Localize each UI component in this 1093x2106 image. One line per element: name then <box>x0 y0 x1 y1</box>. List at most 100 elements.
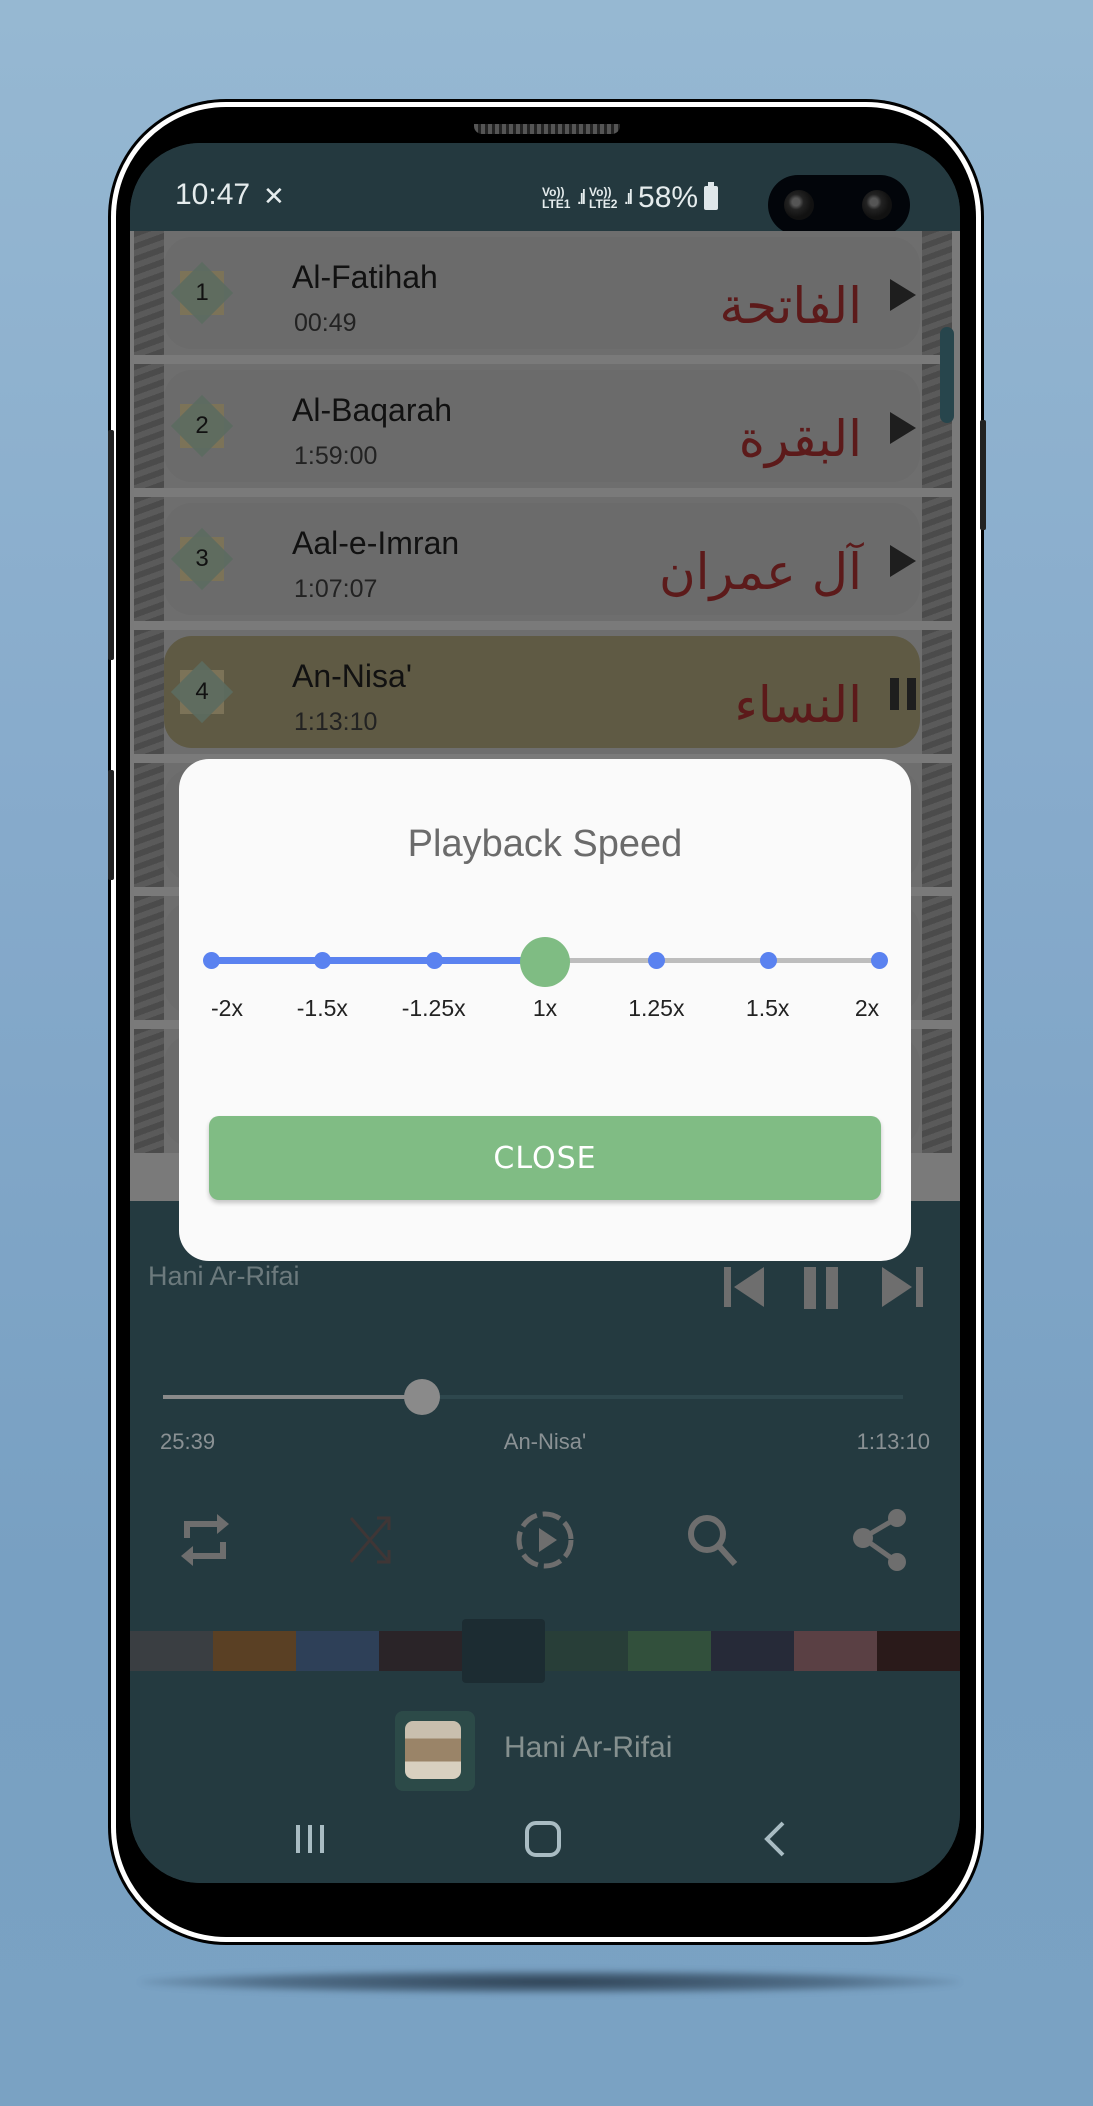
surah-row[interactable]: 1 Al-Fatihah 00:49 الفاتحة <box>134 231 952 355</box>
seek-bar[interactable] <box>163 1379 903 1415</box>
player-reciter-label: Hani Ar-Rifai <box>148 1261 300 1291</box>
reciter-name: Hani Ar-Rifai <box>504 1731 673 1764</box>
row-ornament <box>134 630 164 754</box>
lte-label: LTE1 <box>542 197 571 211</box>
play-button[interactable] <box>884 408 924 448</box>
track-title: An-Nisa' <box>503 1429 587 1454</box>
recent-apps-button[interactable] <box>290 1814 330 1864</box>
row-ornament <box>134 1029 164 1153</box>
lte-label: LTE2 <box>589 197 618 211</box>
theme-swatch[interactable] <box>877 1631 960 1671</box>
slider-step-dot[interactable] <box>314 952 332 969</box>
shuffle-button[interactable] <box>338 1505 408 1575</box>
status-time: 10:47 <box>175 178 251 211</box>
search-button[interactable] <box>678 1505 748 1575</box>
skip-next-icon <box>882 1267 923 1307</box>
share-icon <box>853 1509 906 1571</box>
play-icon <box>890 412 916 444</box>
speed-option-label[interactable]: -2x <box>211 995 243 1022</box>
skip-previous-icon <box>724 1267 764 1307</box>
row-ornament <box>134 763 164 887</box>
theme-swatch[interactable] <box>379 1631 462 1671</box>
slider-step-dot[interactable] <box>648 952 666 969</box>
slider-step-dot[interactable] <box>203 952 220 969</box>
theme-swatch[interactable] <box>130 1631 213 1671</box>
surah-row[interactable]: 2 Al-Baqarah 1:59:00 البقرة <box>134 364 952 488</box>
reciter-avatar <box>395 1711 475 1791</box>
dialog-title: Playback Speed <box>407 823 683 865</box>
surah-row[interactable]: 3 Aal-e-Imran 1:07:07 آل عمران <box>134 497 952 621</box>
player-panel: Hani Ar-Rifai 25:39 An-Nisa' 1:13:10 Han… <box>130 1201 960 1883</box>
slider-step-dot[interactable] <box>759 952 777 969</box>
theme-swatch[interactable] <box>794 1631 877 1671</box>
theme-swatch[interactable] <box>213 1631 296 1671</box>
playback-speed-button[interactable] <box>510 1505 580 1575</box>
seek-thumb[interactable] <box>404 1379 440 1415</box>
repeat-button[interactable] <box>170 1505 240 1575</box>
slider-thumb[interactable] <box>520 937 570 987</box>
power-button <box>980 420 986 530</box>
row-ornament <box>922 497 952 621</box>
surah-arabic-name: النساء <box>734 676 862 734</box>
screen: 10:47 ✕ Vo)) LTE1 .ıl Vo)) LTE2 .ıl 58% <box>130 143 960 1883</box>
camera-lens <box>862 190 892 220</box>
surah-number-badge: 3 <box>170 527 234 591</box>
surah-row-active[interactable]: 4 An-Nisa' 1:13:10 النساء <box>134 630 952 754</box>
theme-swatch[interactable] <box>296 1631 379 1671</box>
speed-slider[interactable] <box>203 937 888 987</box>
play-button[interactable] <box>884 275 924 315</box>
play-icon <box>890 545 916 577</box>
speed-option-label[interactable]: 1x <box>533 995 557 1022</box>
surah-duration: 1:07:07 <box>294 575 378 603</box>
playback-speed-icon <box>516 1511 574 1569</box>
speed-option-label[interactable]: 1.5x <box>746 995 789 1022</box>
reciter-selector[interactable]: Hani Ar-Rifai <box>130 1711 960 1791</box>
theme-swatch[interactable] <box>628 1631 711 1671</box>
previous-button[interactable] <box>720 1263 770 1313</box>
surah-duration: 1:13:10 <box>294 708 378 736</box>
phone-shadow <box>140 1970 960 1994</box>
earpiece-speaker <box>474 124 620 134</box>
pause-button[interactable] <box>798 1263 848 1313</box>
surah-number: 3 <box>195 545 209 572</box>
row-ornament <box>134 896 164 1020</box>
back-icon <box>764 1821 785 1857</box>
signal-icon: .ıl <box>576 186 585 209</box>
home-button[interactable] <box>523 1814 563 1864</box>
surah-arabic-name: الفاتحة <box>719 277 862 335</box>
volume-button <box>108 430 114 660</box>
camera-lens <box>784 190 814 220</box>
pause-button[interactable] <box>884 674 924 714</box>
slider-step-dot[interactable] <box>871 952 888 969</box>
sim2-indicator: Vo)) LTE2 <box>589 186 617 210</box>
playback-speed-dialog: Playback Speed -2x -1.5x -1.25x 1x 1.25x 1.5x… <box>179 759 911 1261</box>
theme-swatch[interactable] <box>545 1631 628 1671</box>
speed-option-label[interactable]: -1.5x <box>297 995 348 1022</box>
search-icon <box>688 1515 738 1567</box>
surah-name: Al-Baqarah <box>292 392 453 428</box>
slider-step-dot[interactable] <box>425 952 443 969</box>
row-ornament <box>134 497 164 621</box>
surah-number: 2 <box>195 412 209 439</box>
close-button[interactable]: CLOSE <box>209 1116 881 1200</box>
surah-number-badge: 1 <box>170 261 234 325</box>
status-indicators: Vo)) LTE1 .ıl Vo)) LTE2 .ıl 58% <box>542 181 719 215</box>
speed-option-label[interactable]: 2x <box>855 995 879 1022</box>
home-icon <box>525 1821 561 1857</box>
speed-option-label[interactable]: -1.25x <box>402 995 466 1022</box>
speed-option-label[interactable]: 1.25x <box>628 995 684 1022</box>
theme-swatch[interactable] <box>711 1631 794 1671</box>
play-button[interactable] <box>884 541 924 581</box>
pause-icon <box>890 678 924 710</box>
back-button[interactable] <box>755 1814 795 1864</box>
row-ornament <box>922 896 952 1020</box>
row-ornament <box>922 630 952 754</box>
shuffle-icon <box>349 1516 391 1564</box>
signal-icon: .ıl <box>623 186 632 209</box>
battery-percent: 58% <box>638 181 699 214</box>
list-scrollbar[interactable] <box>940 327 954 423</box>
next-button[interactable] <box>878 1263 928 1313</box>
theme-swatch[interactable] <box>462 1619 545 1683</box>
surah-number-badge: 4 <box>170 660 234 724</box>
share-button[interactable] <box>846 1505 916 1575</box>
